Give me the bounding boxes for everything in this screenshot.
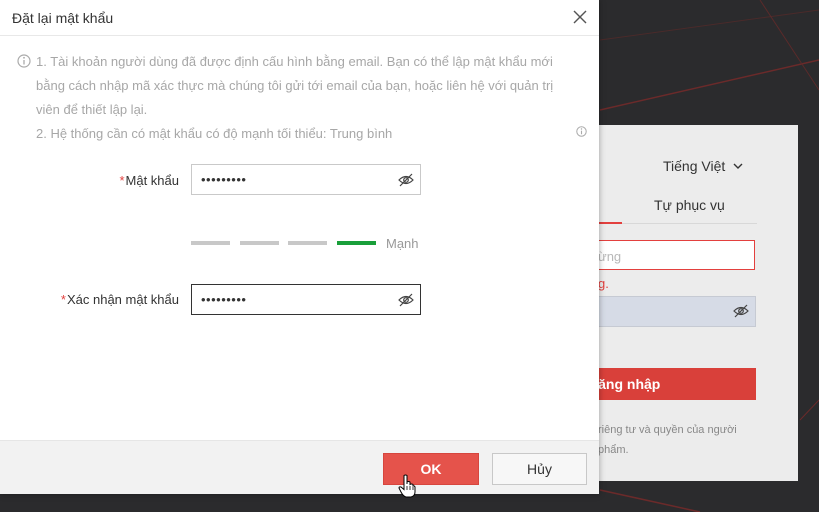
chevron-down-icon: [733, 163, 743, 169]
confirm-password-label: *Xác nhận mật khẩu: [40, 292, 179, 307]
notice-line-4: 2. Hệ thống cần có mật khẩu có độ mạnh t…: [36, 126, 393, 141]
eye-off-icon[interactable]: [398, 293, 414, 307]
language-label: Tiếng Việt: [663, 158, 726, 174]
tab-active-indicator: [598, 222, 622, 224]
strength-segment-4: [337, 241, 376, 245]
strength-info-icon[interactable]: [576, 126, 587, 137]
privacy-line-2: phẩm.: [598, 444, 629, 456]
login-button[interactable]: Đăng nhập: [588, 368, 756, 400]
password-value: •••••••••: [201, 172, 247, 187]
username-placeholder: ừng: [598, 249, 622, 264]
hand-cursor-icon: [398, 474, 416, 498]
error-message: g.: [598, 276, 609, 291]
password-label-text: Mật khẩu: [125, 173, 179, 188]
dialog-title: Đặt lại mật khẩu: [12, 10, 114, 26]
notice-line-1: 1. Tài khoản người dùng đã được định cấu…: [36, 54, 553, 69]
notice-line-3: viên để thiết lập lại.: [36, 102, 148, 117]
strength-label: Mạnh: [386, 236, 419, 251]
dialog-notice: 1. Tài khoản người dùng đã được định cấu…: [36, 50, 586, 146]
confirm-password-input[interactable]: •••••••••: [191, 284, 421, 315]
strength-segment-2: [240, 241, 279, 245]
required-mark: *: [60, 292, 66, 307]
eye-off-icon[interactable]: [398, 173, 414, 187]
confirm-password-value: •••••••••: [201, 292, 247, 307]
username-input[interactable]: [598, 240, 755, 270]
dialog-header: Đặt lại mật khẩu: [0, 0, 599, 36]
language-selector[interactable]: Tiếng Việt: [663, 158, 743, 174]
password-input[interactable]: •••••••••: [191, 164, 421, 195]
required-mark: *: [119, 173, 125, 188]
tab-self-service[interactable]: Tự phục vụ: [654, 197, 725, 213]
close-icon[interactable]: [573, 10, 587, 24]
password-label: *Mật khẩu: [100, 173, 179, 188]
notice-line-2: bằng cách nhập mã xác thực mà chúng tôi …: [36, 78, 554, 93]
privacy-text: riêng tư và quyền của người phẩm.: [598, 420, 758, 460]
strength-segment-3: [288, 241, 327, 245]
eye-off-icon[interactable]: [733, 304, 749, 318]
cancel-button[interactable]: Hủy: [492, 453, 587, 485]
privacy-line-1: riêng tư và quyền của người: [598, 424, 737, 436]
strength-segment-1: [191, 241, 230, 245]
info-icon: [17, 54, 31, 68]
confirm-label-text: Xác nhận mật khẩu: [66, 292, 179, 307]
reset-password-dialog: Đặt lại mật khẩu 1. Tài khoản người dùng…: [0, 0, 599, 494]
